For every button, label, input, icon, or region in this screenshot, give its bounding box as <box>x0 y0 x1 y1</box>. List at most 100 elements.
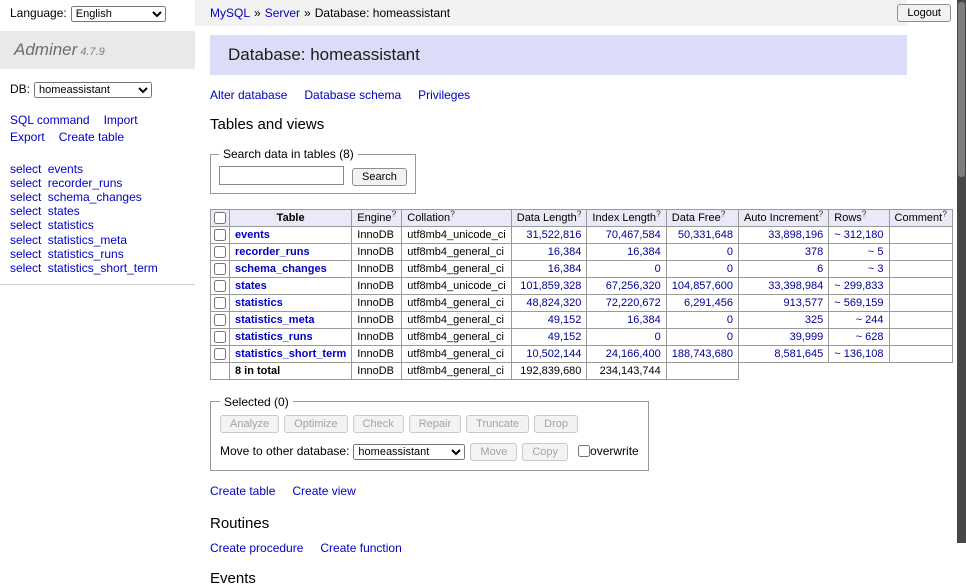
table-name-link[interactable]: statistics_meta <box>235 314 315 326</box>
table-name-link[interactable]: statistics_short_term <box>235 348 346 360</box>
db-select[interactable]: homeassistant <box>34 82 152 98</box>
table-name-link[interactable]: schema_changes <box>235 263 327 275</box>
engine-cell: InnoDB <box>352 243 402 260</box>
search-input[interactable] <box>219 166 344 185</box>
column-header: Index Length? <box>587 209 666 226</box>
select-table-link[interactable]: select <box>10 247 41 261</box>
table-name-link[interactable]: statistics_runs <box>48 247 124 261</box>
privileges-link[interactable]: Privileges <box>418 88 470 102</box>
comment-cell <box>889 311 952 328</box>
move-db-select[interactable]: homeassistant <box>353 444 465 460</box>
move-button[interactable]: Move <box>470 443 517 461</box>
check-button[interactable]: Check <box>353 415 404 433</box>
scrollbar-thumb[interactable] <box>958 2 965 177</box>
logout-button[interactable]: Logout <box>897 4 951 22</box>
row-checkbox[interactable] <box>214 297 226 309</box>
select-table-link[interactable]: select <box>10 204 41 218</box>
row-checkbox[interactable] <box>214 246 226 258</box>
collation-cell: utf8mb4_general_ci <box>402 328 511 345</box>
breadcrumb-link[interactable]: MySQL <box>210 6 250 20</box>
row-checkbox[interactable] <box>214 331 226 343</box>
sidebar-link[interactable]: Import <box>104 113 138 127</box>
create-view-link[interactable]: Create view <box>292 484 355 498</box>
table-row: recorder_runsInnoDButf8mb4_general_ci16,… <box>211 243 953 260</box>
drop-button[interactable]: Drop <box>534 415 578 433</box>
breadcrumb-separator: » <box>254 6 261 20</box>
rows-cell: ~ 299,833 <box>829 277 889 294</box>
select-table-link[interactable]: select <box>10 261 41 275</box>
create-table-link[interactable]: Create table <box>210 484 275 498</box>
auto-increment-cell: 8,581,645 <box>738 345 828 362</box>
table-name-link[interactable]: events <box>235 229 270 241</box>
table-name-link[interactable]: schema_changes <box>48 190 142 204</box>
help-link[interactable]: ? <box>942 208 947 218</box>
database-schema-link[interactable]: Database schema <box>304 88 401 102</box>
data-length-cell: 48,824,320 <box>511 294 587 311</box>
table-name-link[interactable]: statistics_short_term <box>48 261 158 275</box>
select-table-link[interactable]: select <box>10 176 41 190</box>
row-checkbox[interactable] <box>214 314 226 326</box>
table-name-link[interactable]: statistics_runs <box>235 331 313 343</box>
row-checkbox[interactable] <box>214 229 226 241</box>
language-select[interactable]: English <box>71 6 166 22</box>
help-link[interactable]: ? <box>656 208 661 218</box>
select-table-link[interactable]: select <box>10 190 41 204</box>
collation-cell: utf8mb4_general_ci <box>402 260 511 277</box>
sidebar-link[interactable]: Create table <box>59 130 124 144</box>
sidebar-link[interactable]: SQL command <box>10 113 90 127</box>
table-row: eventsInnoDButf8mb4_unicode_ci31,522,816… <box>211 226 953 243</box>
table-row: schema_changesInnoDButf8mb4_general_ci16… <box>211 260 953 277</box>
help-link[interactable]: ? <box>450 208 455 218</box>
index-length-cell: 72,220,672 <box>587 294 666 311</box>
index-length-cell: 16,384 <box>587 311 666 328</box>
select-table-link[interactable]: select <box>10 162 41 176</box>
table-name-link[interactable]: statistics <box>235 297 283 309</box>
selected-legend: Selected (0) <box>220 395 293 409</box>
alter-database-link[interactable]: Alter database <box>210 88 287 102</box>
select-table-link[interactable]: select <box>10 233 41 247</box>
help-link[interactable]: ? <box>721 208 726 218</box>
repair-button[interactable]: Repair <box>409 415 461 433</box>
rows-cell: ~ 312,180 <box>829 226 889 243</box>
comment-cell <box>889 277 952 294</box>
table-name-link[interactable]: recorder_runs <box>48 176 123 190</box>
data-free-cell: 6,291,456 <box>666 294 738 311</box>
table-name-link[interactable]: states <box>235 280 267 292</box>
optimize-button[interactable]: Optimize <box>284 415 347 433</box>
select-table-link[interactable]: select <box>10 218 41 232</box>
overwrite-checkbox[interactable] <box>578 445 590 457</box>
data-free-cell: 0 <box>666 243 738 260</box>
table-name-link[interactable]: statistics_meta <box>48 233 127 247</box>
help-link[interactable]: ? <box>819 208 824 218</box>
comment-cell <box>889 294 952 311</box>
help-link[interactable]: ? <box>862 208 867 218</box>
comment-cell <box>889 328 952 345</box>
search-button[interactable]: Search <box>352 168 407 186</box>
scrollbar[interactable] <box>957 0 966 543</box>
language-label: Language: <box>10 6 67 20</box>
engine-cell: InnoDB <box>352 277 402 294</box>
table-name-link[interactable]: events <box>48 162 83 176</box>
help-link[interactable]: ? <box>577 208 582 218</box>
breadcrumb-current: Database: homeassistant <box>315 6 450 20</box>
help-link[interactable]: ? <box>392 208 397 218</box>
comment-cell <box>889 345 952 362</box>
sidebar-link[interactable]: Export <box>10 130 45 144</box>
table-name-link[interactable]: states <box>48 204 80 218</box>
copy-button[interactable]: Copy <box>522 443 568 461</box>
row-checkbox[interactable] <box>214 263 226 275</box>
analyze-button[interactable]: Analyze <box>220 415 279 433</box>
total-label: 8 in total <box>230 362 352 379</box>
main-content: Database: homeassistant Alter databaseDa… <box>195 26 907 587</box>
index-length-cell: 0 <box>587 328 666 345</box>
row-checkbox[interactable] <box>214 280 226 292</box>
table-name-link[interactable]: recorder_runs <box>235 246 310 258</box>
data-free-cell: 50,331,648 <box>666 226 738 243</box>
auto-increment-cell: 325 <box>738 311 828 328</box>
engine-cell: InnoDB <box>352 345 402 362</box>
table-name-link[interactable]: statistics <box>48 218 94 232</box>
breadcrumb-link[interactable]: Server <box>265 6 300 20</box>
row-checkbox[interactable] <box>214 348 226 360</box>
truncate-button[interactable]: Truncate <box>466 415 529 433</box>
select-all-checkbox[interactable] <box>214 212 226 224</box>
